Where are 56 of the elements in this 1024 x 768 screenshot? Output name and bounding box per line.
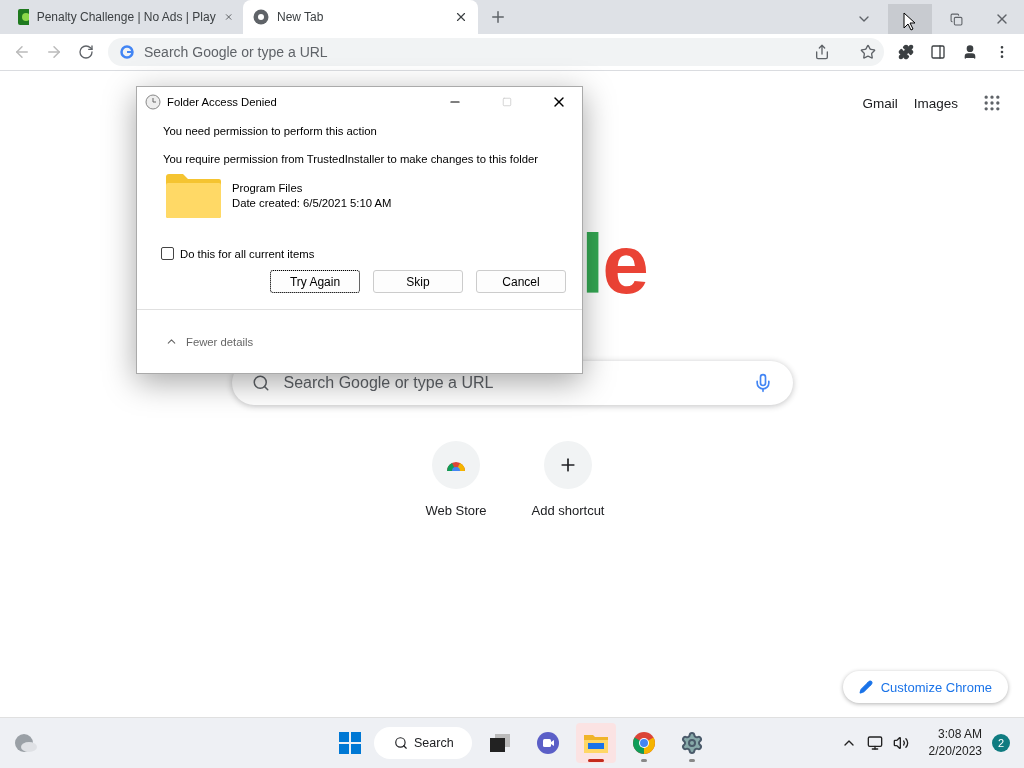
folder-name: Program Files — [232, 181, 304, 196]
dialog-title: Folder Access Denied — [167, 96, 277, 108]
plus-icon — [489, 8, 507, 26]
shortcut-tile[interactable]: Add shortcut — [514, 441, 622, 518]
folder-date: Date created: 6/5/2021 5:10 AM — [232, 196, 392, 211]
google-logo: le — [580, 229, 648, 305]
star-icon[interactable] — [860, 44, 876, 60]
folder-icon — [165, 173, 222, 219]
shortcut-tile[interactable]: Web Store — [402, 441, 510, 518]
folder-icon — [582, 732, 609, 754]
person-icon — [962, 44, 978, 60]
search-icon — [394, 736, 408, 750]
chrome-icon — [253, 9, 269, 25]
windows-icon — [339, 732, 361, 754]
clock[interactable]: 3:08 AM 2/20/2023 — [928, 726, 982, 760]
network-icon[interactable] — [866, 735, 883, 751]
browser-tab[interactable]: Penalty Challenge | No Ads | Play — [8, 0, 243, 34]
reload-icon — [78, 44, 94, 60]
web-store-icon — [446, 459, 466, 471]
search-icon — [251, 374, 270, 392]
dialog-button[interactable]: Skip — [373, 270, 463, 293]
shortcut-label: Web Store — [425, 503, 487, 518]
task-view-icon — [489, 734, 510, 752]
share-icon[interactable] — [814, 44, 830, 60]
shortcut-label: Add shortcut — [531, 503, 605, 518]
all-items-checkbox[interactable]: Do this for all current items — [161, 247, 566, 260]
dialog-heading: You need permission to perform this action — [163, 125, 378, 137]
browser-tab[interactable]: New Tab — [243, 0, 478, 34]
header-link[interactable]: Gmail — [862, 95, 898, 111]
weather-icon — [14, 732, 38, 754]
address-bar[interactable]: Search Google or type a URL — [108, 38, 884, 66]
notification-badge[interactable]: 2 — [992, 734, 1010, 752]
pencil-icon — [858, 680, 873, 694]
forward-arrow-icon — [45, 43, 63, 61]
dialog-button[interactable]: Try Again — [270, 270, 360, 293]
dialog-button[interactable]: Cancel — [476, 270, 566, 293]
puzzle-icon — [898, 44, 914, 60]
settings-icon — [679, 731, 704, 755]
customize-chrome-button[interactable]: Customize Chrome — [842, 671, 1008, 703]
restore-icon — [949, 12, 963, 26]
chrome-icon — [631, 731, 656, 755]
taskbar-search[interactable]: Search — [374, 727, 472, 759]
clock-icon — [145, 94, 161, 110]
grid-icon — [982, 93, 1002, 113]
details-toggle[interactable]: Fewer details — [137, 309, 582, 373]
google-icon — [120, 45, 134, 59]
volume-icon[interactable] — [892, 735, 909, 751]
side-panel-icon — [930, 44, 946, 60]
maximize-icon — [502, 97, 512, 107]
game-icon — [18, 9, 29, 25]
chat-icon — [535, 731, 560, 755]
dialog-message: You require permission from TrustedInstaller to make changes to this folder — [163, 153, 540, 165]
close-icon[interactable] — [454, 10, 468, 24]
mouse-cursor-icon — [903, 12, 916, 31]
minimize-button[interactable] — [888, 4, 932, 34]
header-link[interactable]: Images — [913, 95, 958, 111]
